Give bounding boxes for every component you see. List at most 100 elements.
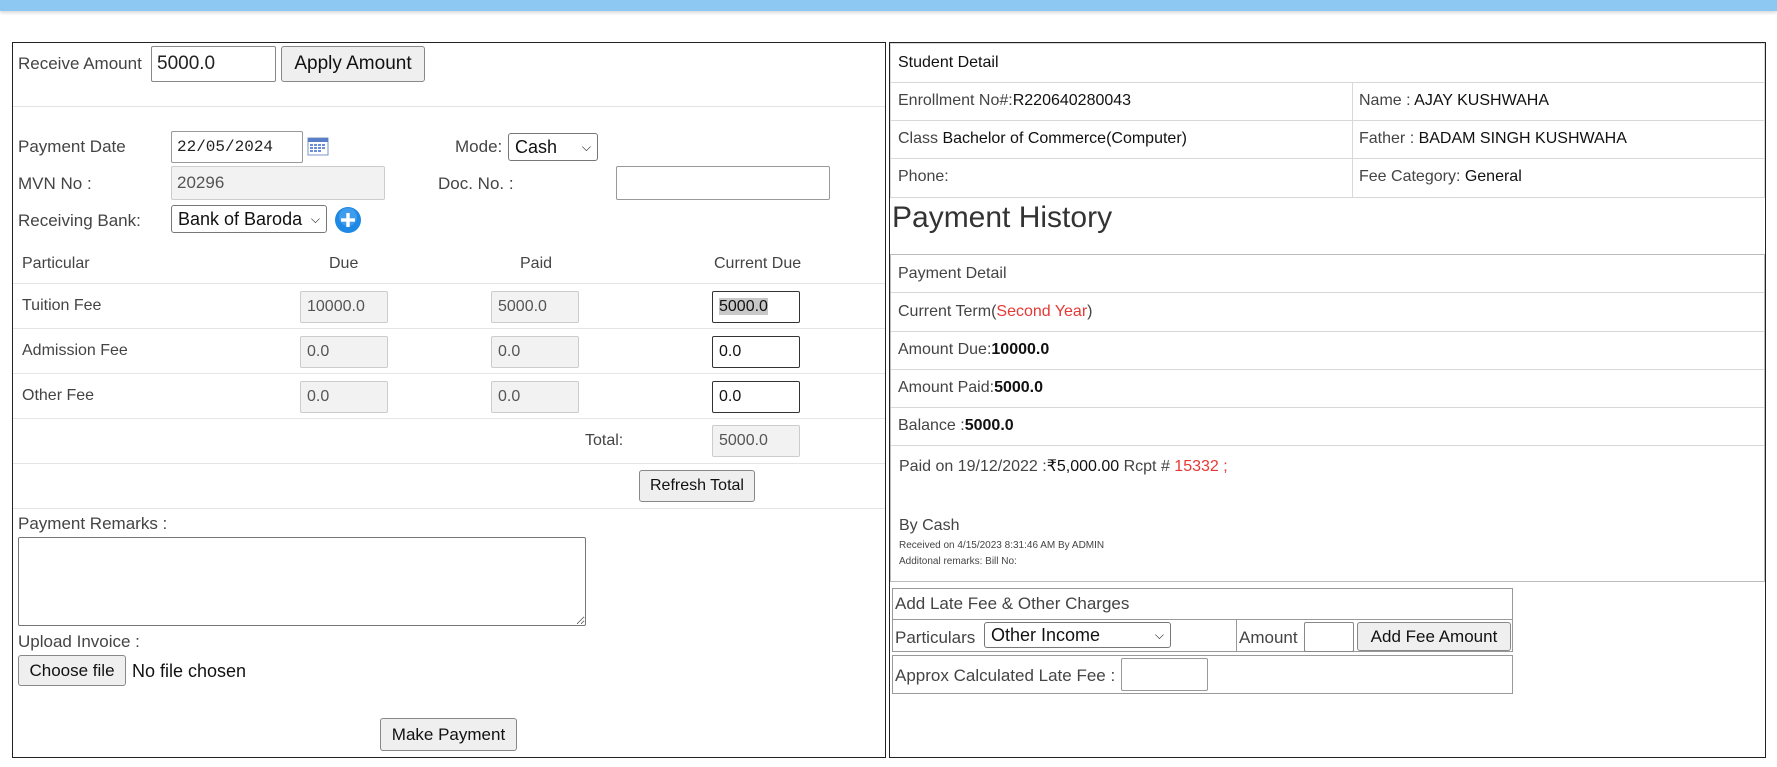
payment-remarks-textarea[interactable] (18, 537, 586, 626)
apply-amount-button[interactable]: Apply Amount (281, 46, 425, 82)
receiving-bank-label: Receiving Bank: (18, 211, 141, 230)
term-close: ) (1087, 303, 1093, 320)
divider (891, 158, 1764, 159)
balance-label: Balance : (898, 417, 965, 434)
mode-label: Mode: (455, 137, 503, 156)
amount-due-label: Amount Due: (898, 341, 992, 358)
row-current-due-value: 5000.0 (719, 298, 768, 315)
additional-remarks: Additonal remarks: Bill No: (899, 556, 1017, 567)
balance: Balance :5000.0 (898, 417, 1014, 435)
mode-select-value: Cash (515, 136, 558, 157)
upload-invoice-label: Upload Invoice : (18, 632, 140, 651)
paid-on: Paid on 19/12/2022 : (899, 458, 1047, 475)
payment-detail-heading: Payment Detail (898, 265, 1007, 282)
col-header-paid: Paid (520, 255, 553, 272)
balance-value: 5000.0 (964, 417, 1014, 434)
row-due: 0.0 (300, 336, 388, 368)
row-current-due-input[interactable]: 0.0 (712, 381, 800, 413)
total-label: Total: (585, 432, 624, 449)
add-fee-amount-button[interactable]: Add Fee Amount (1357, 622, 1511, 651)
col-header-current-due: Current Due (714, 255, 802, 272)
divider (13, 373, 885, 374)
amount-input[interactable] (1304, 622, 1354, 652)
row-current-due-input[interactable]: 0.0 (712, 336, 800, 368)
row-particular: Admission Fee (22, 342, 128, 359)
late-fee-heading: Add Late Fee & Other Charges (895, 594, 1130, 613)
phone-field: Phone: (898, 168, 949, 186)
phone-label: Phone: (898, 168, 949, 185)
fee-category-label: Fee Category: (1359, 168, 1465, 185)
late-fee-box: Add Late Fee & Other Charges Particulars… (892, 588, 1513, 652)
enrollment-value: R220640280043 (1012, 92, 1132, 109)
payment-date-input[interactable]: 22/05/2024 (171, 131, 303, 163)
particulars-select-value: Other Income (991, 624, 1101, 645)
divider (13, 283, 885, 284)
late-fee-section: Add Late Fee & Other Charges Particulars… (892, 588, 1513, 696)
received-info: Received on 4/15/2023 8:31:46 AM By ADMI… (899, 540, 1105, 551)
col-header-due: Due (329, 255, 359, 272)
divider (891, 120, 1764, 121)
approx-late-fee-label: Approx Calculated Late Fee : (895, 666, 1116, 685)
particulars-select[interactable]: Other Income ⌵ (984, 622, 1171, 648)
row-due: 0.0 (300, 381, 388, 413)
name-field: Name : AJAY KUSHWAHA (1359, 92, 1549, 110)
divider (891, 82, 1764, 83)
row-paid: 5000.0 (491, 291, 579, 323)
name-value: AJAY KUSHWAHA (1414, 92, 1549, 109)
payment-date-label: Payment Date (18, 137, 126, 156)
student-info-panel: Student Detail Enrollment No#:R220640280… (889, 42, 1766, 758)
add-bank-icon[interactable] (334, 206, 362, 234)
amount-paid-value: 5000.0 (994, 379, 1043, 396)
bank-select[interactable]: Bank of Baroda ⌵ (171, 205, 327, 233)
file-status: No file chosen (132, 661, 247, 681)
mvn-input[interactable]: 20296 (171, 166, 385, 200)
row-current-due-input[interactable]: 5000.0 (712, 291, 800, 323)
rcpt-number: 15332 ; (1174, 458, 1228, 475)
receive-amount-input[interactable] (151, 46, 276, 82)
payment-entry-line: Paid on 19/12/2022 :₹5,000.00 Rcpt # 153… (899, 456, 1228, 476)
row-particular: Other Fee (22, 387, 95, 404)
divider (13, 508, 885, 509)
payment-remarks-label: Payment Remarks : (18, 514, 168, 533)
row-paid: 0.0 (491, 381, 579, 413)
top-bar (0, 0, 1777, 11)
enrollment-field: Enrollment No#:R220640280043 (898, 92, 1131, 110)
choose-file-button[interactable]: Choose file (18, 655, 126, 686)
bank-select-value: Bank of Baroda (178, 208, 303, 229)
rcpt-label: Rcpt # (1119, 458, 1175, 475)
row-due: 10000.0 (300, 291, 388, 323)
divider (893, 619, 1512, 620)
term-value: Second Year (996, 303, 1088, 320)
receive-amount-label: Receive Amount (18, 54, 142, 73)
class-value: Bachelor of Commerce(Computer) (942, 130, 1187, 147)
current-term: Current Term(Second Year) (898, 303, 1092, 321)
calendar-icon[interactable] (307, 137, 329, 156)
refresh-total-button[interactable]: Refresh Total (639, 470, 755, 502)
doc-no-input[interactable] (616, 166, 830, 200)
term-label: Current Term( (898, 303, 997, 320)
doc-no-label: Doc. No. : (438, 174, 514, 193)
chevron-down-icon: ⌵ (1154, 627, 1164, 642)
father-value: BADAM SINGH KUSHWAHA (1418, 130, 1627, 147)
amount-paid: Amount Paid:5000.0 (898, 379, 1043, 397)
divider (13, 463, 885, 464)
make-payment-button[interactable]: Make Payment (380, 718, 517, 751)
name-label: Name : (1359, 92, 1415, 109)
divider (13, 106, 885, 107)
mvn-label: MVN No : (18, 174, 92, 193)
divider (1352, 82, 1353, 198)
class-label: Class (898, 130, 943, 147)
mode-select[interactable]: Cash ⌵ (508, 133, 598, 161)
student-detail-heading: Student Detail (898, 54, 999, 71)
divider (13, 328, 885, 329)
approx-late-fee-input[interactable] (1121, 658, 1208, 691)
paid-amount: ₹5,000.00 (1046, 458, 1120, 475)
approx-late-fee-box: Approx Calculated Late Fee : (892, 655, 1513, 694)
enrollment-label: Enrollment No#: (898, 92, 1013, 109)
row-particular: Tuition Fee (22, 297, 102, 314)
payment-detail-table: Payment Detail Current Term(Second Year)… (890, 254, 1765, 582)
father-field: Father : BADAM SINGH KUSHWAHA (1359, 130, 1627, 148)
divider (891, 331, 1764, 332)
father-label: Father : (1359, 130, 1419, 147)
particulars-label: Particulars (895, 628, 976, 647)
